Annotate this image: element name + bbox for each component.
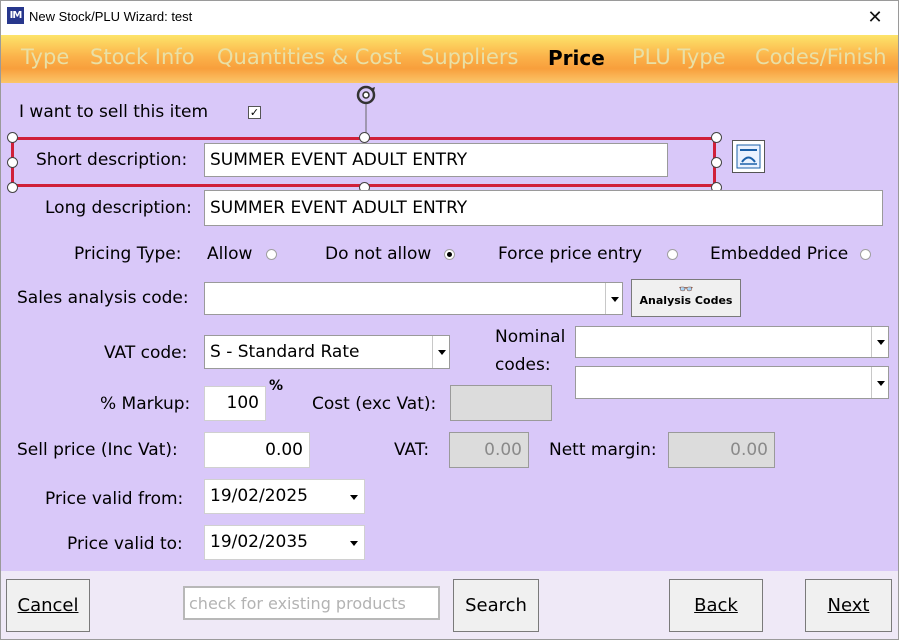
window-title: New Stock/PLU Wizard: test	[29, 9, 193, 24]
align-top-button[interactable]	[732, 140, 765, 173]
align-top-icon	[736, 144, 761, 169]
pricing-force-entry-radio[interactable]	[667, 249, 678, 260]
tab-codes-finish[interactable]: Codes/Finish	[755, 45, 887, 69]
tab-type[interactable]: Type	[21, 45, 69, 69]
valid-from-date-picker[interactable]: 19/02/2025	[204, 479, 365, 514]
next-button[interactable]: Next	[805, 579, 892, 632]
wizard-window: IM New Stock/PLU Wizard: test ✕ Type Sto…	[0, 0, 899, 640]
footer-bar	[1, 571, 898, 639]
app-icon: IM	[7, 7, 24, 24]
vat-code-select[interactable]: S - Standard Rate	[204, 335, 450, 369]
nominal-code-1-select[interactable]	[575, 326, 889, 358]
sell-price-label: Sell price (Inc Vat):	[17, 440, 178, 460]
analysis-codes-button[interactable]: 👓 Analysis Codes	[631, 279, 741, 317]
nett-margin-input: 0.00	[668, 432, 775, 468]
resize-handle-nw[interactable]	[7, 132, 18, 143]
search-button[interactable]: Search	[453, 579, 539, 632]
nominal-code-1-dropdown-arrow[interactable]	[871, 327, 888, 357]
back-button[interactable]: Back	[669, 579, 763, 632]
sell-item-checkbox[interactable]: ✓	[248, 106, 261, 119]
resize-handle-e[interactable]	[711, 157, 722, 168]
pricing-force-entry-label: Force price entry	[498, 244, 643, 264]
resize-handle-ne[interactable]	[711, 132, 722, 143]
markup-input[interactable]: 100	[204, 386, 266, 421]
valid-to-label: Price valid to:	[67, 534, 183, 554]
search-existing-input[interactable]: check for existing products	[183, 586, 440, 620]
vat-label: VAT:	[394, 440, 430, 460]
sell-price-input[interactable]: 0.00	[204, 432, 310, 468]
long-description-label: Long description:	[45, 198, 192, 218]
pricing-do-not-allow-radio[interactable]	[444, 249, 455, 260]
nominal-code-2-select[interactable]	[575, 366, 889, 399]
pricing-embedded-radio[interactable]	[860, 249, 871, 260]
cost-label: Cost (exc Vat):	[312, 394, 437, 414]
wizard-tab-bar: Type Stock Info Quantities & Cost Suppli…	[1, 35, 898, 83]
pricing-allow-radio[interactable]	[266, 249, 277, 260]
resize-handle-sw[interactable]	[7, 182, 18, 193]
markup-unit: %	[269, 378, 284, 394]
sell-item-label: I want to sell this item	[19, 102, 209, 122]
sales-analysis-label: Sales analysis code:	[17, 288, 189, 308]
valid-to-dropdown-arrow[interactable]	[345, 526, 362, 559]
nominal-codes-label-1: Nominal	[495, 327, 566, 347]
long-description-input[interactable]: SUMMER EVENT ADULT ENTRY	[204, 190, 883, 226]
nominal-code-2-dropdown-arrow[interactable]	[871, 367, 888, 398]
tab-stock-info[interactable]: Stock Info	[90, 45, 195, 69]
vat-code-dropdown-arrow[interactable]	[432, 336, 449, 368]
nett-margin-label: Nett margin:	[549, 440, 657, 460]
short-description-input[interactable]: SUMMER EVENT ADULT ENTRY	[204, 143, 668, 177]
vat-code-label: VAT code:	[104, 343, 188, 363]
tab-price[interactable]: Price	[548, 46, 605, 70]
close-icon[interactable]: ✕	[858, 3, 892, 33]
short-description-label: Short description:	[36, 150, 188, 170]
pricing-embedded-label: Embedded Price	[710, 244, 849, 264]
markup-label: % Markup:	[100, 394, 191, 414]
sales-analysis-dropdown-arrow[interactable]	[605, 283, 622, 314]
cost-input	[450, 385, 552, 421]
analysis-codes-label: Analysis Codes	[639, 294, 733, 307]
tab-plu-type[interactable]: PLU Type	[632, 45, 726, 69]
pricing-allow-label: Allow	[207, 244, 253, 264]
title-bar: IM New Stock/PLU Wizard: test ✕	[1, 1, 898, 35]
nominal-codes-label-2: codes:	[495, 355, 551, 375]
valid-from-label: Price valid from:	[45, 489, 184, 509]
sales-analysis-select[interactable]	[204, 282, 623, 315]
pricing-do-not-allow-label: Do not allow	[325, 244, 432, 264]
resize-handle-n[interactable]	[359, 132, 370, 143]
valid-from-dropdown-arrow[interactable]	[345, 480, 362, 513]
pricing-type-label: Pricing Type:	[74, 244, 182, 264]
resize-handle-w[interactable]	[7, 157, 18, 168]
cancel-button[interactable]: Cancel	[6, 579, 90, 632]
valid-to-date-picker[interactable]: 19/02/2035	[204, 525, 365, 560]
tab-quantities-cost[interactable]: Quantities & Cost	[217, 45, 401, 69]
tab-suppliers[interactable]: Suppliers	[421, 45, 518, 69]
vat-amount-input: 0.00	[449, 432, 529, 468]
